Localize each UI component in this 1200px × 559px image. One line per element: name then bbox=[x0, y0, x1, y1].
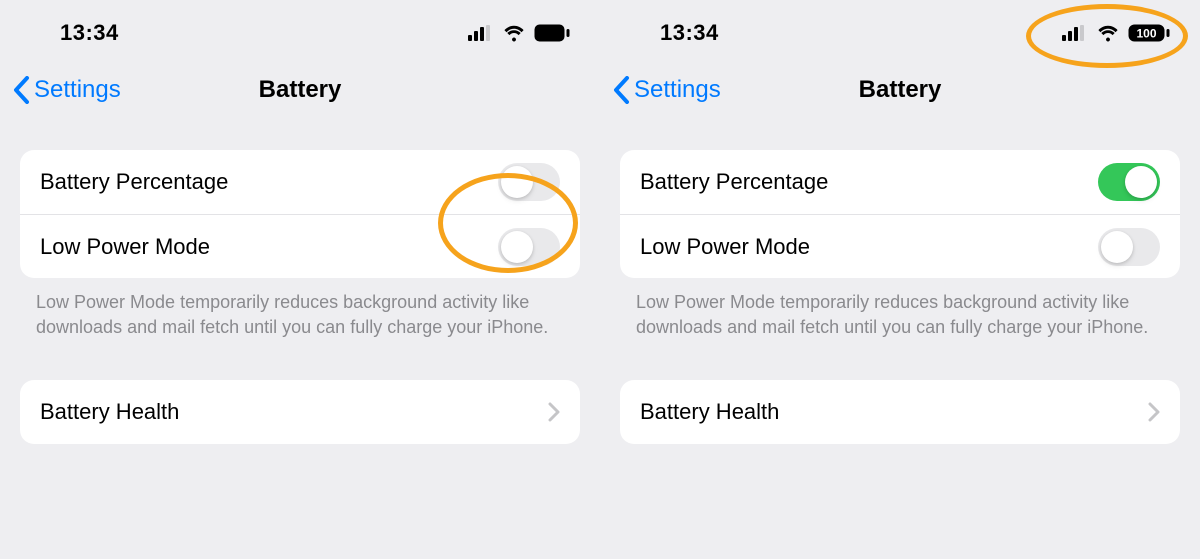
chevron-right-icon bbox=[1148, 402, 1160, 422]
status-bar: 13:34 bbox=[0, 0, 600, 60]
row-label: Battery Percentage bbox=[640, 169, 828, 195]
row-low-power-mode[interactable]: Low Power Mode bbox=[20, 214, 580, 278]
toggle-low-power-mode[interactable] bbox=[1098, 228, 1160, 266]
settings-group-battery-health: Battery Health bbox=[620, 380, 1180, 444]
toggle-battery-percentage[interactable] bbox=[1098, 163, 1160, 201]
row-label: Low Power Mode bbox=[640, 234, 810, 260]
settings-group-battery: Battery Percentage Low Power Mode bbox=[20, 150, 580, 278]
status-time: 13:34 bbox=[660, 20, 719, 46]
toggle-low-power-mode[interactable] bbox=[498, 228, 560, 266]
phone-left: 13:34 Settings Battery Battery Percentag… bbox=[0, 0, 600, 559]
row-label: Low Power Mode bbox=[40, 234, 210, 260]
nav-header: Settings Battery bbox=[600, 60, 1200, 120]
row-label: Battery Percentage bbox=[40, 169, 228, 195]
battery-percent-icon: 100 bbox=[1128, 24, 1170, 42]
battery-icon bbox=[534, 24, 570, 42]
chevron-left-icon bbox=[612, 76, 630, 104]
page-title: Battery bbox=[859, 76, 942, 104]
settings-group-battery: Battery Percentage Low Power Mode bbox=[620, 150, 1180, 278]
status-icons: 100 bbox=[1062, 24, 1170, 42]
cellular-icon bbox=[468, 25, 494, 41]
back-button[interactable]: Settings bbox=[612, 76, 721, 104]
row-battery-percentage[interactable]: Battery Percentage bbox=[20, 150, 580, 214]
row-low-power-mode[interactable]: Low Power Mode bbox=[620, 214, 1180, 278]
status-icons bbox=[468, 24, 570, 42]
wifi-icon bbox=[1096, 24, 1120, 42]
status-time: 13:34 bbox=[60, 20, 119, 46]
toggle-battery-percentage[interactable] bbox=[498, 163, 560, 201]
footer-text: Low Power Mode temporarily reduces backg… bbox=[636, 290, 1164, 340]
row-battery-health[interactable]: Battery Health bbox=[620, 380, 1180, 444]
settings-group-battery-health: Battery Health bbox=[20, 380, 580, 444]
row-label: Battery Health bbox=[40, 399, 179, 425]
footer-text: Low Power Mode temporarily reduces backg… bbox=[36, 290, 564, 340]
row-battery-percentage[interactable]: Battery Percentage bbox=[620, 150, 1180, 214]
back-label: Settings bbox=[34, 76, 121, 104]
back-label: Settings bbox=[634, 76, 721, 104]
row-battery-health[interactable]: Battery Health bbox=[20, 380, 580, 444]
page-title: Battery bbox=[259, 76, 342, 104]
cellular-icon bbox=[1062, 25, 1088, 41]
status-bar: 13:34 100 bbox=[600, 0, 1200, 60]
chevron-right-icon bbox=[548, 402, 560, 422]
row-label: Battery Health bbox=[640, 399, 779, 425]
nav-header: Settings Battery bbox=[0, 60, 600, 120]
chevron-left-icon bbox=[12, 76, 30, 104]
wifi-icon bbox=[502, 24, 526, 42]
phone-right: 13:34 100 Settings Battery Battery Perce… bbox=[600, 0, 1200, 559]
battery-percent-text: 100 bbox=[1136, 27, 1156, 41]
back-button[interactable]: Settings bbox=[12, 76, 121, 104]
